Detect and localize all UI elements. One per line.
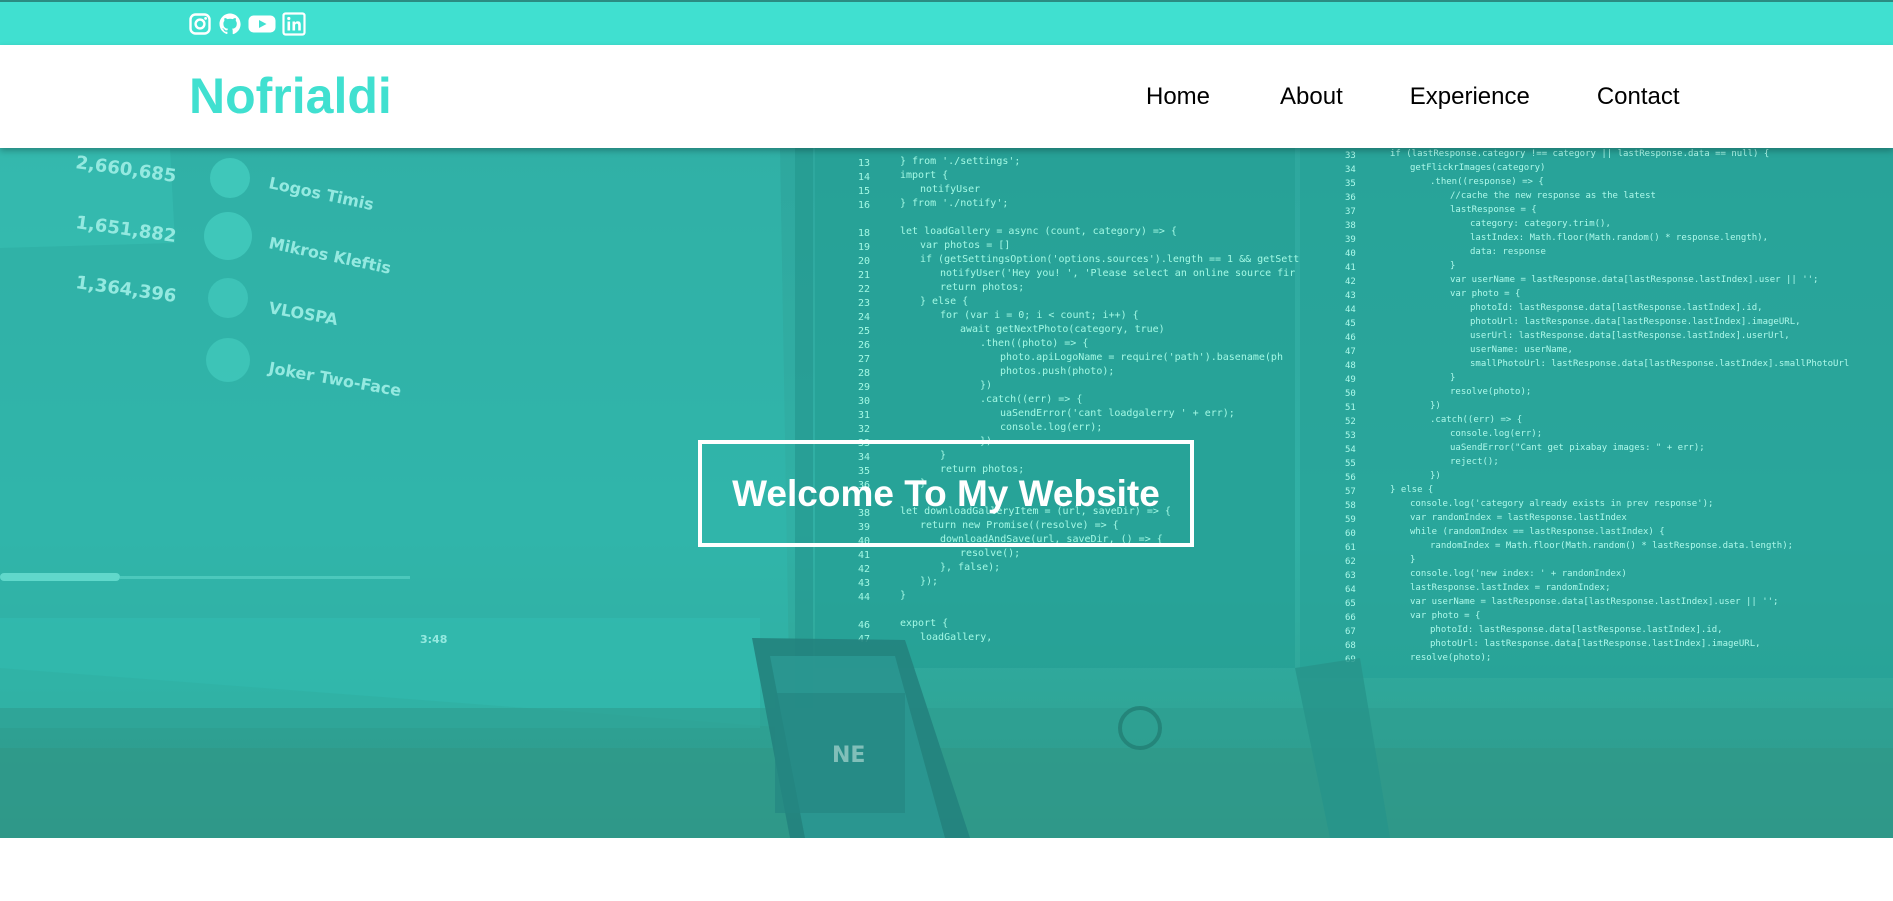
- welcome-banner: Welcome To My Website: [698, 440, 1194, 547]
- nav-link-home[interactable]: Home: [1146, 83, 1210, 111]
- hero-heading: Welcome To My Website: [732, 472, 1160, 514]
- nav-link-about[interactable]: About: [1280, 83, 1343, 111]
- github-icon[interactable]: [218, 12, 242, 36]
- youtube-icon[interactable]: [248, 12, 276, 36]
- main-navbar: Nofrialdi Home About Experience Contact: [0, 45, 1893, 148]
- brand-logo[interactable]: Nofrialdi: [189, 67, 392, 125]
- social-bar: [0, 0, 1893, 45]
- nav-menu: Home About Experience Contact: [1146, 83, 1680, 111]
- linkedin-icon[interactable]: [282, 12, 306, 36]
- hero-section: 2,660,685 1,651,882 1,364,396 Logos Timi…: [0, 148, 1893, 838]
- social-links: [188, 12, 306, 36]
- instagram-icon[interactable]: [188, 12, 212, 36]
- nav-link-experience[interactable]: Experience: [1410, 83, 1530, 111]
- nav-link-contact[interactable]: Contact: [1597, 83, 1680, 111]
